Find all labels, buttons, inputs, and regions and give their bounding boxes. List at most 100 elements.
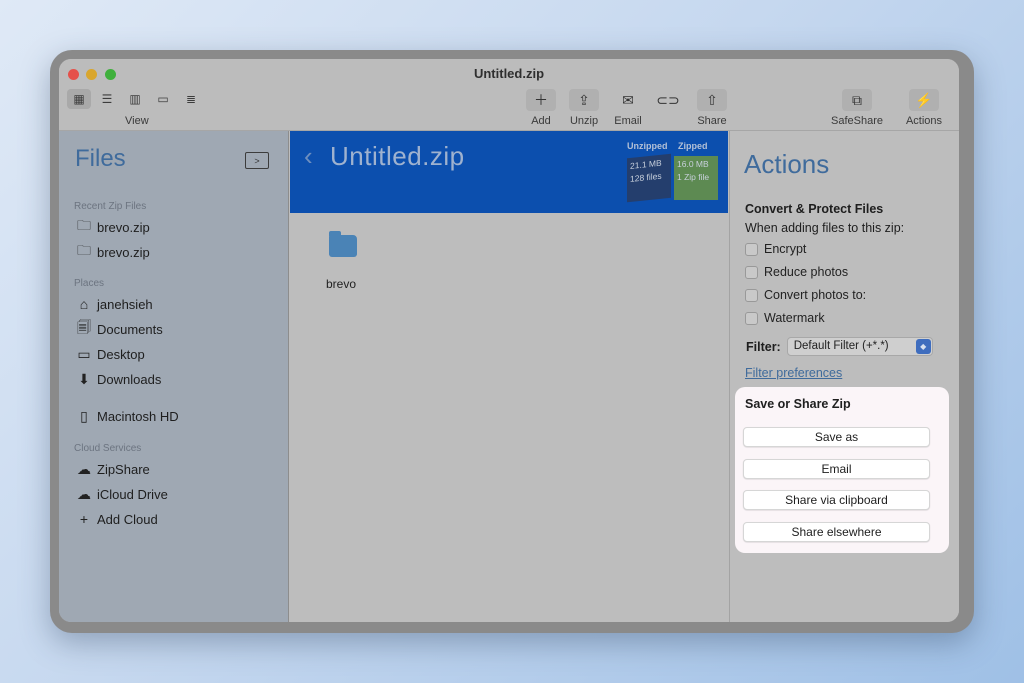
outline-view-icon[interactable]: ≣ [179, 89, 203, 109]
unzip-button[interactable]: ⇪ Unzip [564, 89, 604, 127]
unzipped-header: Unzipped [627, 141, 668, 151]
gallery-view-icon[interactable]: ▭ [151, 89, 175, 109]
actions-title: Actions [744, 149, 830, 179]
folder-icon: 🗀 [77, 242, 91, 258]
sidebar-title: Files [75, 145, 126, 172]
bolt-icon: ⚡ [909, 89, 939, 111]
toolbar: Untitled.zip ▦ ☰ ▥ ▭ ≣ View ＋ Add ⇪ Unzi… [59, 59, 959, 131]
desktop-icon: ▭ [77, 345, 91, 362]
sidebar-item-zipshare[interactable]: ☁ ZipShare [73, 459, 150, 479]
sidebar-item-label: brevo.zip [97, 219, 150, 235]
convert-header: Convert & Protect Files [745, 202, 884, 216]
sidebar-item-label: iCloud Drive [97, 486, 168, 502]
filter-label: Filter: [746, 339, 781, 354]
share-elsewhere-button[interactable]: Share elsewhere [743, 522, 930, 542]
list-view-icon[interactable]: ☰ [95, 89, 119, 109]
banner-title: Untitled.zip [330, 141, 465, 171]
places-header: Places [74, 278, 105, 289]
actions-button[interactable]: ⚡ Actions [901, 89, 947, 127]
cloud-header: Cloud Services [74, 443, 142, 454]
safeshare-label: SafeShare [831, 115, 883, 127]
plus-icon: + [79, 511, 89, 527]
zip-banner: ‹ Untitled.zip Unzipped Zipped 21.1 MB 1… [290, 131, 728, 213]
reduce-photos-option[interactable]: Reduce photos [745, 265, 848, 279]
share-button[interactable]: ⇧ Share [692, 89, 732, 127]
link-icon: ⊂⊃ [656, 91, 680, 108]
column-view-icon[interactable]: ▥ [123, 89, 147, 109]
share-clipboard-button[interactable]: Share via clipboard [743, 490, 930, 510]
filter-select[interactable]: Default Filter (+*.*) ◆ [786, 337, 933, 356]
share-icon: ⇧ [697, 89, 727, 111]
convert-hint: When adding files to this zip: [745, 221, 905, 235]
unzipped-stats: 21.1 MB 128 files [627, 153, 671, 203]
filter-value: Default Filter (+*.*) [793, 340, 889, 352]
sidebar-item-desktop[interactable]: ▭ Desktop [73, 344, 145, 364]
reduce-photos-checkbox[interactable] [745, 265, 758, 279]
zipped-stats: 16.0 MB 1 Zip file [674, 156, 718, 200]
documents-icon: 🗐 [77, 319, 91, 335]
file-item-folder[interactable] [328, 231, 358, 257]
sidebar-item-recent-1[interactable]: 🗀 brevo.zip [73, 217, 150, 237]
sidebar-item-recent-2[interactable]: 🗀 brevo.zip [73, 242, 150, 262]
safeshare-button[interactable]: ⧉ SafeShare [827, 89, 887, 127]
view-label: View [125, 115, 149, 127]
encrypt-option[interactable]: Encrypt [745, 242, 806, 256]
encrypt-checkbox[interactable] [745, 242, 758, 256]
save-as-button[interactable]: Save as [743, 427, 930, 447]
downloads-icon: ⬇ [78, 370, 90, 387]
chevron-updown-icon: ◆ [915, 339, 931, 354]
link-button[interactable]: ⊂⊃ [648, 89, 688, 111]
convert-photos-option[interactable]: Convert photos to: [745, 288, 866, 302]
sidebar-item-label: brevo.zip [97, 244, 150, 260]
sidebar-item-add-cloud[interactable]: + Add Cloud [73, 509, 158, 529]
sidebar-item-label: janehsieh [97, 296, 153, 312]
back-chevron-icon[interactable]: ‹ [304, 141, 313, 172]
plus-icon: ＋ [526, 89, 556, 111]
filter-preferences-link[interactable]: Filter preferences [745, 366, 842, 380]
filter-row: Filter: Default Filter (+*.*) ◆ [746, 337, 933, 356]
main-content: ‹ Untitled.zip Unzipped Zipped 21.1 MB 1… [290, 131, 728, 622]
sidebar-item-label: ZipShare [97, 461, 150, 477]
cloud-outline-icon: ☁ [77, 485, 91, 502]
sidebar-item-icloud[interactable]: ☁ iCloud Drive [73, 484, 168, 504]
convert-photos-checkbox[interactable] [745, 288, 758, 302]
email-label: Email [614, 115, 642, 127]
add-button[interactable]: ＋ Add [521, 89, 561, 127]
view-switcher: ▦ ☰ ▥ ▭ ≣ [67, 89, 203, 109]
window-title: Untitled.zip [473, 66, 545, 81]
recent-header: Recent Zip Files [74, 201, 147, 212]
option-label: Reduce photos [764, 265, 849, 279]
sidebar-item-documents[interactable]: 🗐 Documents [73, 319, 163, 339]
watermark-option[interactable]: Watermark [745, 311, 825, 325]
zipped-count: 1 Zip file [677, 172, 710, 182]
cloud-filled-icon: ☁ [77, 460, 91, 477]
email-zip-button[interactable]: Email [743, 459, 930, 479]
option-label: Encrypt [764, 242, 807, 256]
sidebar-item-label: Add Cloud [97, 511, 158, 527]
sidebar: Files > Recent Zip Files 🗀 brevo.zip 🗀 b… [59, 131, 289, 622]
share-header: Save or Share Zip [745, 397, 851, 411]
sidebar-item-macintosh-hd[interactable]: ▯ Macintosh HD [73, 406, 179, 426]
home-icon: ⌂ [79, 296, 89, 312]
unzip-icon: ⇪ [569, 89, 599, 111]
share-label: Share [697, 115, 727, 127]
safeshare-icon: ⧉ [842, 89, 872, 111]
email-button[interactable]: ✉ Email [608, 89, 648, 128]
file-item-name[interactable]: brevo [326, 277, 356, 291]
sidebar-item-label: Downloads [97, 371, 162, 387]
grid-view-icon[interactable]: ▦ [67, 89, 91, 109]
sidebar-item-home[interactable]: ⌂ janehsieh [73, 294, 153, 314]
sidebar-item-downloads[interactable]: ⬇ Downloads [73, 369, 161, 389]
sidebar-item-label: Desktop [97, 346, 145, 362]
save-share-card: Save or Share Zip Save as Email Share vi… [735, 387, 949, 553]
sidebar-toggle-icon[interactable]: > [245, 152, 269, 169]
sidebar-item-label: Macintosh HD [97, 408, 179, 424]
sidebar-item-label: Documents [97, 321, 163, 337]
option-label: Watermark [764, 311, 825, 325]
folder-icon [329, 231, 357, 257]
zipped-header: Zipped [678, 141, 708, 151]
folder-icon: 🗀 [77, 217, 91, 233]
hard-drive-icon: ▯ [80, 407, 88, 424]
app-window: Untitled.zip ▦ ☰ ▥ ▭ ≣ View ＋ Add ⇪ Unzi… [59, 59, 959, 622]
watermark-checkbox[interactable] [745, 311, 758, 325]
